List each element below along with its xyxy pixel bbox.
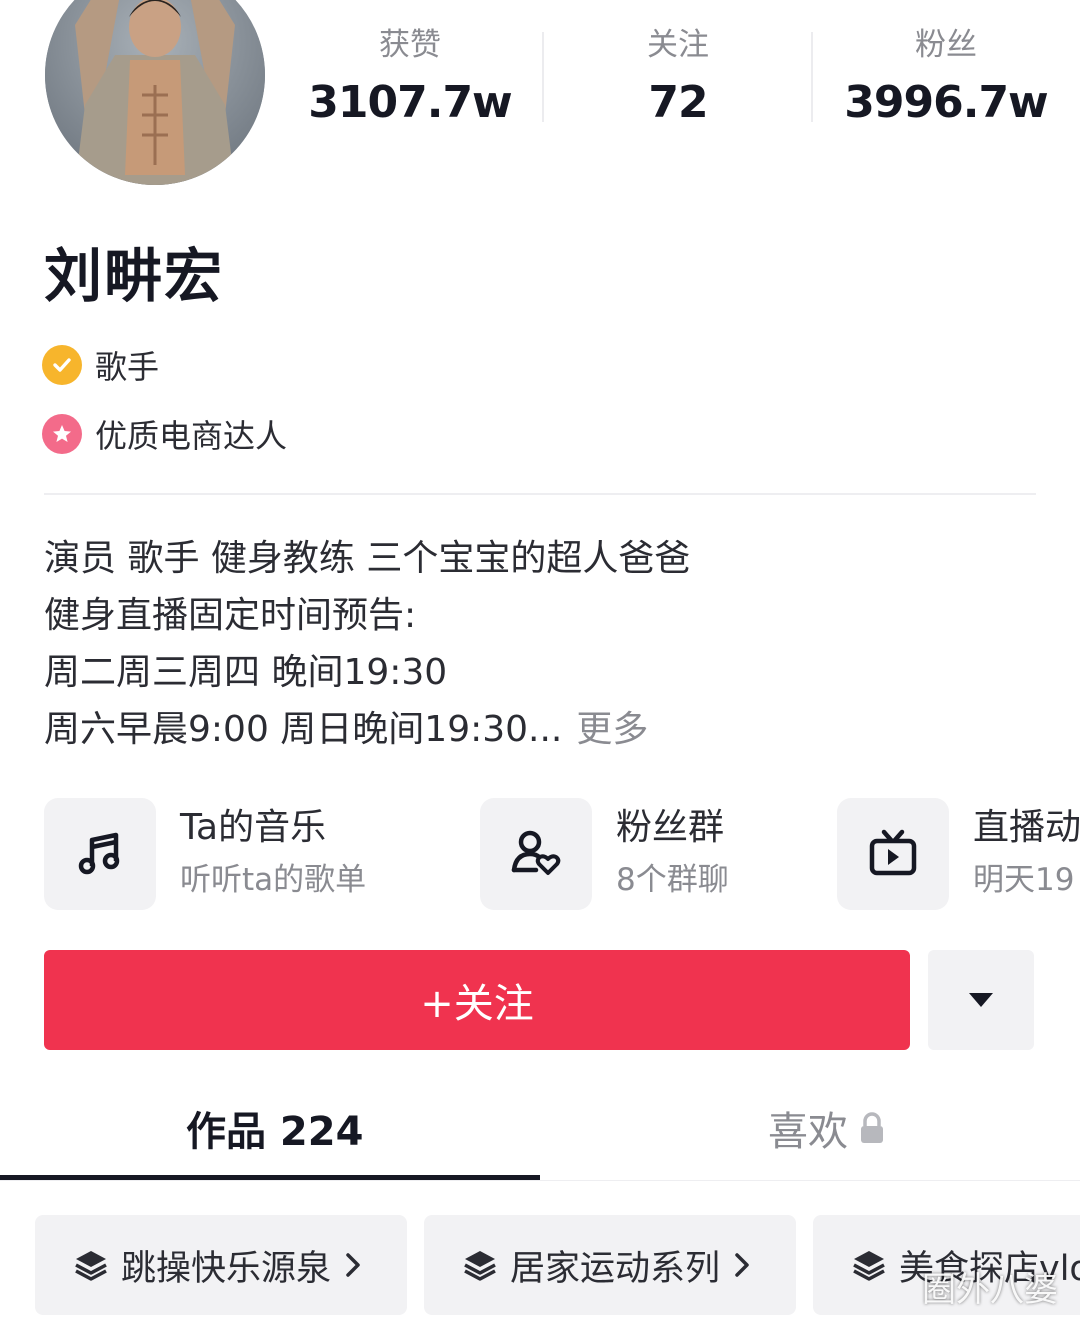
stat-label: 关注 <box>647 27 709 63</box>
stat-value: 3107.7w <box>308 77 512 128</box>
watermark: 圈外八婆 <box>922 1270 1058 1310</box>
entry-music[interactable]: Ta的音乐 听听ta的歌单 <box>44 798 366 910</box>
verified-check-icon <box>42 345 82 385</box>
tab-works[interactable]: 作品 224 <box>186 1098 363 1158</box>
bio-line: 周二周三周四 晚间19:30 <box>44 652 448 693</box>
stat-label: 粉丝 <box>915 27 977 63</box>
stat-likes[interactable]: 获赞 3107.7w <box>290 22 530 138</box>
entry-subtitle: 明天19 <box>973 862 1075 898</box>
stat-divider <box>542 32 544 122</box>
bio-line: 演员 歌手 健身教练 三个宝宝的超人爸爸 <box>44 538 691 579</box>
follow-options-button[interactable] <box>928 950 1034 1050</box>
follow-button[interactable]: +关注 <box>44 950 910 1050</box>
stat-following[interactable]: 关注 72 <box>558 22 798 138</box>
caret-down-icon <box>969 993 993 1007</box>
entry-title: 粉丝群 <box>616 807 725 848</box>
collection-label: 跳操快乐源泉 <box>121 1248 332 1289</box>
section-divider <box>44 493 1036 495</box>
bio-more-link[interactable]: 更多 <box>576 709 648 750</box>
collection-label: 居家运动系列 <box>510 1248 721 1289</box>
chevron-right-icon <box>734 1252 750 1278</box>
tag-label: 歌手 <box>95 348 160 386</box>
tab-likes[interactable]: 喜欢 <box>768 1098 884 1158</box>
bio-line-last: 周六早晨9:00 周日晚间19:30... 更多 <box>44 701 690 758</box>
collection-chip[interactable]: 跳操快乐源泉 <box>35 1215 407 1315</box>
layers-icon <box>462 1247 498 1283</box>
entry-title: 直播动 <box>973 807 1080 848</box>
bio: 演员 歌手 健身教练 三个宝宝的超人爸爸 健身直播固定时间预告: 周二周三周四 … <box>44 530 690 758</box>
tag-ecommerce[interactable]: 优质电商达人 <box>42 412 287 456</box>
tag-label: 优质电商达人 <box>95 417 288 455</box>
bio-line: 健身直播固定时间预告: <box>44 595 417 636</box>
stat-followers[interactable]: 粉丝 3996.7w <box>826 22 1066 138</box>
profile-avatar[interactable] <box>45 0 265 185</box>
tab-bar-divider <box>0 1180 1080 1181</box>
profile-name: 刘畊宏 <box>44 242 225 310</box>
entry-subtitle: 听听ta的歌单 <box>180 862 367 898</box>
tab-label: 喜欢 <box>768 1109 848 1155</box>
star-badge-icon <box>42 414 82 454</box>
chevron-right-icon <box>345 1252 361 1278</box>
stat-label: 获赞 <box>379 27 441 63</box>
entry-subtitle: 8个群聊 <box>616 862 729 898</box>
bio-line-text: 周六早晨9:00 周日晚间19:30... <box>44 709 563 750</box>
entry-fan-group[interactable]: 粉丝群 8个群聊 <box>480 798 729 910</box>
collection-chip[interactable]: 居家运动系列 <box>424 1215 796 1315</box>
lock-icon <box>861 1112 883 1143</box>
music-note-icon <box>44 798 156 910</box>
layers-icon <box>73 1247 109 1283</box>
live-tv-icon <box>837 798 949 910</box>
entry-title: Ta的音乐 <box>180 807 327 848</box>
stat-divider <box>811 32 813 122</box>
entry-live-schedule[interactable]: 直播动 明天19 <box>837 798 1080 910</box>
stat-value: 3996.7w <box>844 77 1048 128</box>
fan-group-icon <box>480 798 592 910</box>
stat-value: 72 <box>648 77 708 128</box>
tab-label: 作品 224 <box>186 1109 364 1155</box>
tag-singer[interactable]: 歌手 <box>42 343 159 387</box>
layers-icon <box>851 1247 887 1283</box>
